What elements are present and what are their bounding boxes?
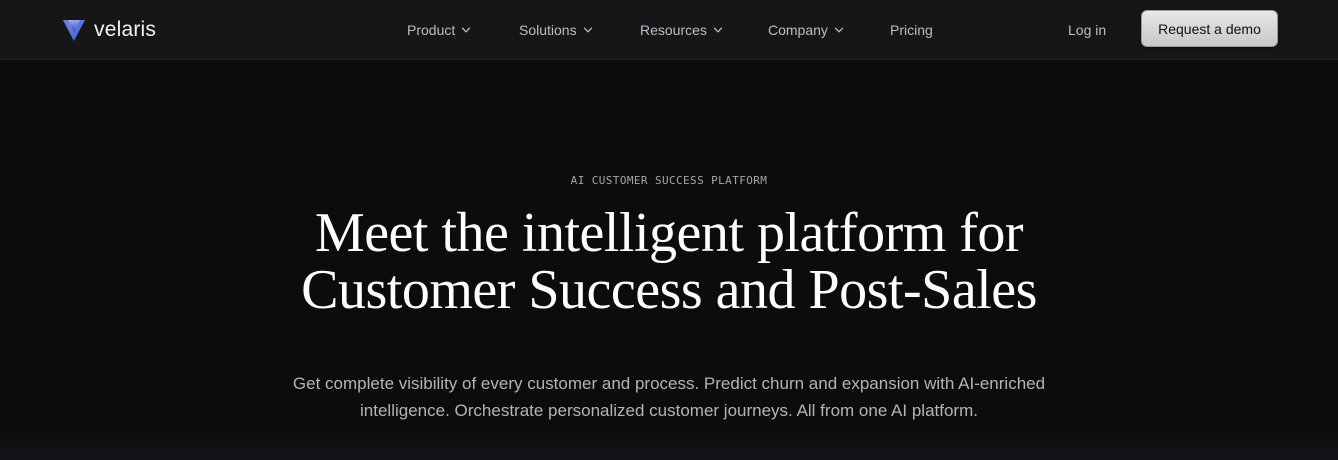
hero-subtext: Get complete visibility of every custome… (0, 370, 1338, 424)
brand-home-link[interactable]: velaris (62, 16, 156, 44)
hero-headline: Meet the intelligent platform for Custom… (0, 205, 1338, 319)
nav-item-product[interactable]: Product (407, 19, 471, 41)
hero-headline-line-2: Customer Success and Post-Sales (301, 259, 1037, 321)
nav-item-label: Company (768, 22, 828, 38)
nav-item-solutions[interactable]: Solutions (519, 19, 593, 41)
nav-item-pricing[interactable]: Pricing (890, 19, 933, 41)
nav-item-resources[interactable]: Resources (640, 19, 723, 41)
nav-item-label: Resources (640, 22, 707, 38)
top-navbar: velaris Product Solutions Resources Comp… (0, 0, 1338, 60)
hero-headline-line-1: Meet the intelligent platform for (314, 202, 1024, 264)
chevron-down-icon (462, 27, 471, 33)
brand-name: velaris (94, 18, 157, 41)
chevron-down-icon (834, 27, 844, 33)
nav-item-label: Pricing (890, 22, 933, 38)
chevron-down-icon (583, 27, 592, 33)
velaris-logo-icon (63, 20, 85, 41)
hero-bottom-fade (0, 430, 1338, 460)
hero-section: AI CUSTOMER SUCCESS PLATFORM Meet the in… (0, 61, 1338, 460)
nav-item-label: Solutions (519, 22, 577, 38)
request-demo-button[interactable]: Request a demo (1141, 10, 1278, 47)
hero-subtext-line-2: intelligence. Orchestrate personalized c… (360, 401, 978, 420)
hero-subtext-line-1: Get complete visibility of every custome… (292, 374, 1046, 393)
hero-eyebrow: AI CUSTOMER SUCCESS PLATFORM (570, 174, 768, 187)
nav-item-company[interactable]: Company (768, 19, 844, 41)
login-link[interactable]: Log in (1068, 19, 1106, 41)
nav-item-label: Product (407, 22, 456, 38)
chevron-down-icon (713, 27, 723, 33)
